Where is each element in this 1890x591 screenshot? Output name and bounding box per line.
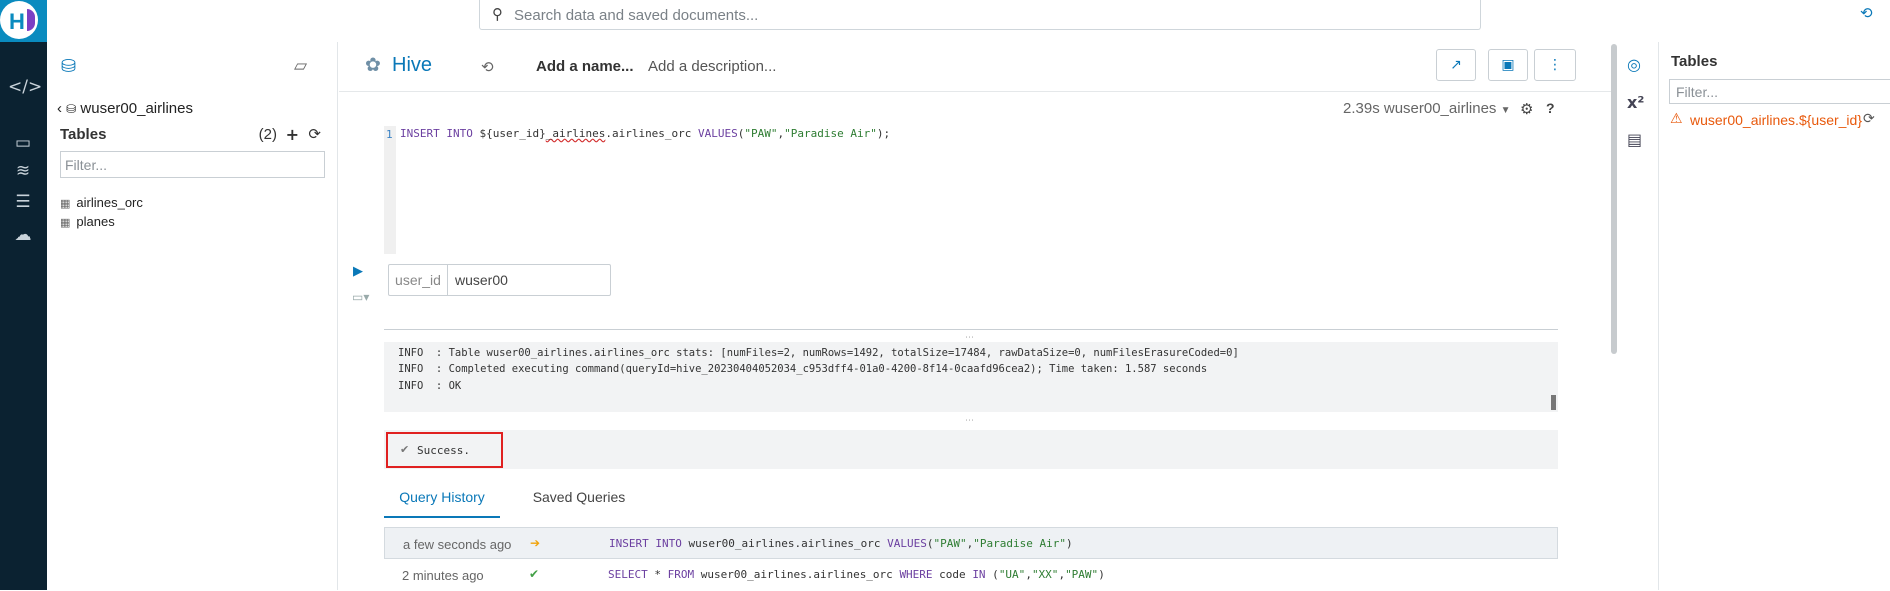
docs-book-icon[interactable]: ▤ [1627, 130, 1642, 149]
right-assist-icons: ◎ x² ▤ [1617, 42, 1659, 590]
line-number: 1 [386, 128, 393, 141]
database-icon: ⛁ [66, 102, 77, 116]
settings-gear-icon[interactable]: ⚙ [1520, 100, 1533, 118]
success-status: ✔ Success. [386, 432, 503, 468]
caret-down-icon: ▼ [1500, 105, 1511, 116]
right-tables-panel: Tables ⚠ wuser00_airlines.${user_id} ⟳ [1659, 42, 1890, 590]
variable-value-input[interactable] [449, 265, 609, 295]
table-icon: ▦ [60, 197, 71, 210]
search-icon: ⚲ [492, 5, 503, 23]
refresh-icon[interactable]: ⟳ [308, 125, 321, 143]
refresh-icon[interactable]: ⟳ [1863, 111, 1875, 127]
resize-handle[interactable]: ⋯ [965, 416, 974, 426]
tables-icon[interactable]: ≋ [8, 158, 38, 184]
chart-icon: ↗ [1450, 57, 1462, 73]
database-icon[interactable]: ⛁ [61, 56, 76, 77]
line-gutter: 1 [384, 126, 396, 254]
history-sql: SELECT * FROM wuser00_airlines.airlines_… [608, 568, 1105, 581]
execution-info[interactable]: 2.39s wuser00_airlines ▼ [1343, 100, 1511, 117]
tab-saved-queries[interactable]: Saved Queries [524, 484, 634, 518]
right-filter-input[interactable] [1669, 79, 1890, 104]
hive-icon: ✿ [365, 54, 381, 76]
database-breadcrumb[interactable]: ‹ ⛁ wuser00_airlines [57, 100, 193, 117]
tab-query-history[interactable]: Query History [384, 484, 500, 518]
more-button[interactable]: ⋮ [1534, 49, 1576, 81]
tables-label: Tables [60, 126, 107, 143]
search-input[interactable] [514, 4, 1414, 26]
database-name: wuser00_airlines [80, 100, 193, 117]
execution-log: INFO : Table wuser00_airlines.airlines_o… [384, 342, 1558, 412]
assist-panel: ⛁ ▱ ‹ ⛁ wuser00_airlines Tables (2) + ⟳ … [47, 42, 338, 590]
missing-table-link[interactable]: wuser00_airlines.${user_id} [1690, 112, 1862, 128]
variable-user-id: user_id [388, 264, 611, 296]
table-icon: ▦ [60, 216, 71, 229]
query-name-field[interactable]: Add a name... [536, 58, 634, 75]
success-check-icon: ✔ [529, 567, 540, 581]
folder-icon[interactable]: ▱ [294, 56, 307, 76]
log-line: INFO : Table wuser00_airlines.airlines_o… [398, 347, 1239, 359]
back-chevron-icon[interactable]: ‹ [57, 100, 62, 117]
log-line: INFO : OK [398, 380, 462, 392]
log-line: INFO : Completed executing command(query… [398, 363, 1208, 375]
snippet-icon[interactable]: ▭▾ [352, 290, 369, 304]
editor-icon[interactable]: </> [8, 74, 42, 100]
table-item[interactable]: ▦ planes [60, 214, 115, 229]
engine-name[interactable]: Hive [392, 54, 432, 77]
query-history-icon[interactable]: ⟲ [481, 58, 494, 76]
execute-play-icon[interactable]: ▶ [353, 264, 363, 279]
more-vertical-icon: ⋮ [1548, 57, 1562, 73]
variable-name: user_id [389, 265, 448, 295]
tables-filter-input[interactable] [60, 151, 325, 178]
jobs-icon[interactable]: ☰ [8, 189, 38, 215]
history-sql: INSERT INTO wuser00_airlines.airlines_or… [609, 537, 1073, 550]
log-scrollbar[interactable] [1551, 395, 1556, 410]
documents-icon[interactable]: ▭ [8, 130, 38, 156]
running-status-icon: ➔ [530, 536, 541, 550]
help-icon[interactable]: ? [1546, 100, 1555, 116]
table-item[interactable]: ▦ airlines_orc [60, 195, 143, 210]
save-icon: ▣ [1501, 57, 1515, 73]
compass-icon[interactable]: ◎ [1627, 55, 1641, 74]
save-button[interactable]: ▣ [1488, 49, 1528, 81]
result-status-bar [384, 430, 1558, 469]
table-count: (2) [258, 126, 277, 143]
functions-icon[interactable]: x² [1627, 93, 1644, 112]
hue-logo[interactable]: H [0, 0, 47, 42]
left-nav-rail: H </> ▭ ≋ ☰ ☁ [0, 0, 47, 590]
importer-icon[interactable]: ☁ [8, 222, 38, 248]
sql-editor[interactable]: INSERT INTO ${user_id}_airlines.airlines… [400, 127, 890, 140]
check-icon: ✔ [400, 443, 410, 456]
chart-button[interactable]: ↗ [1436, 49, 1476, 81]
warning-icon: ⚠ [1670, 111, 1683, 127]
add-table-icon[interactable]: + [286, 125, 299, 144]
history-row[interactable]: 2 minutes ago ✔ SELECT * FROM wuser00_ai… [384, 559, 1558, 591]
panel-title: Tables [1671, 53, 1718, 70]
editor-header: ✿ Hive ⟲ Add a name... Add a description… [339, 42, 1614, 92]
history-icon[interactable]: ⟲ [1860, 4, 1873, 22]
history-row[interactable]: a few seconds ago ➔ INSERT INTO wuser00_… [384, 527, 1558, 559]
tables-header: Tables (2) + ⟳ [60, 125, 325, 144]
query-description-field[interactable]: Add a description... [648, 58, 776, 75]
global-search[interactable]: ⚲ [479, 0, 1481, 30]
divider [384, 329, 1558, 330]
